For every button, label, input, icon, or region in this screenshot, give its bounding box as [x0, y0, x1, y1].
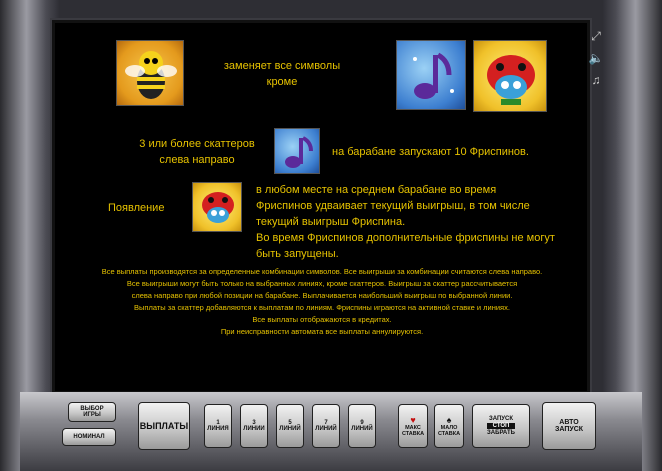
rules-line: Все выплаты производятся за определенные…: [101, 267, 543, 276]
music-note-icon: [396, 40, 466, 110]
heart-suit-icon: ♥: [410, 415, 416, 425]
scatter-description: 3 или более скаттеров слева направо: [139, 138, 255, 166]
rules-line: При неисправности автомата все выплаты а…: [220, 327, 424, 336]
start-label: ЗАПУСК: [488, 416, 514, 422]
scatter-result: на барабане запускают 10 Фриспинов.: [332, 146, 529, 158]
side-icons: ⤢ 🔈 ♫: [588, 28, 606, 94]
rules-line: слева направо при любой позиции на бараб…: [131, 291, 513, 300]
ladybug-icon: [473, 40, 547, 112]
max-bet-label-2: СТАВКА: [401, 431, 425, 437]
payouts-button[interactable]: ВЫПЛАТЫ: [138, 402, 190, 450]
lines-5-button[interactable]: 5 ЛИНИЙ: [276, 404, 304, 448]
lines-7-button[interactable]: 7 ЛИНИЙ: [312, 404, 340, 448]
rules-line: Выплаты за скаттер добавляются к выплата…: [134, 303, 510, 312]
stop-label: СТОП: [486, 423, 516, 429]
spade-suit-icon: ♠: [446, 415, 452, 425]
select-game-label-2: ИГРЫ: [83, 412, 101, 418]
select-game-button[interactable]: ВЫБОР ИГРЫ: [68, 402, 116, 422]
rules-line: Все выигрыши могут быть только на выбран…: [126, 279, 518, 288]
scatter-note-icon: [274, 128, 320, 174]
rules-text: Все выплаты производятся за определенные…: [62, 266, 582, 338]
rules-line: Все выплаты отображаются в кредитах.: [252, 315, 392, 324]
lines-label: ЛИНИЙ: [351, 426, 373, 432]
min-bet-label-2: СТАВКА: [437, 431, 461, 437]
fullscreen-icon[interactable]: ⤢: [588, 28, 604, 44]
lines-label: ЛИНИЙ: [315, 426, 337, 432]
lines-label: ЛИНИИ: [243, 426, 265, 432]
lines-9-button[interactable]: 9 ЛИНИЙ: [348, 404, 376, 448]
min-bet-button[interactable]: ♠ МАЛО СТАВКА: [434, 404, 464, 448]
lines-label: ЛИНИЙ: [279, 426, 301, 432]
payouts-label: ВЫПЛАТЫ: [139, 421, 189, 431]
bee-icon: [116, 40, 184, 106]
denomination-label: НОМИНАЛ: [73, 434, 105, 440]
multiplier-ladybug-icon: [192, 182, 242, 232]
sound-icon[interactable]: 🔈: [588, 50, 604, 66]
appearance-text: в любом месте на среднем барабане во вре…: [256, 184, 555, 260]
music-icon[interactable]: ♫: [588, 72, 604, 88]
start-stop-collect-button[interactable]: ЗАПУСК СТОП ЗАБРАТЬ: [472, 404, 530, 448]
auto-label-1: АВТО: [559, 419, 579, 426]
appearance-label: Появление: [108, 202, 165, 214]
collect-label: ЗАБРАТЬ: [487, 430, 515, 436]
paytable-screen: заменяет все символы кроме 3 или более с…: [50, 18, 592, 396]
auto-label-2: ЗАПУСК: [554, 426, 584, 433]
wild-description: заменяет все символы кроме: [223, 60, 341, 88]
lines-3-button[interactable]: 3 ЛИНИИ: [240, 404, 268, 448]
denomination-button[interactable]: НОМИНАЛ: [62, 428, 116, 446]
lines-1-button[interactable]: 1 ЛИНИЯ: [204, 404, 232, 448]
max-bet-button[interactable]: ♥ МАКС СТАВКА: [398, 404, 428, 448]
auto-start-button[interactable]: АВТО ЗАПУСК: [542, 402, 596, 450]
control-panel: ВЫБОР ИГРЫ НОМИНАЛ ВЫПЛАТЫ 1 ЛИНИЯ 3 ЛИН…: [20, 392, 642, 471]
lines-label: ЛИНИЯ: [207, 426, 229, 432]
